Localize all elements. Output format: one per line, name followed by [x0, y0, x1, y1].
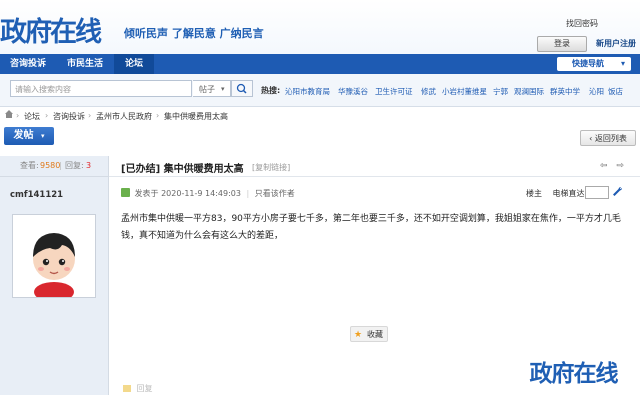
floor-info: 楼主 电梯直达	[526, 188, 585, 199]
hot-search-item[interactable]: 小岩村董维星	[442, 86, 487, 97]
breadcrumb-separator: ›	[16, 111, 20, 120]
hot-search-item[interactable]: 群英中学	[550, 86, 580, 97]
new-post-button[interactable]: 发帖 ▾	[4, 127, 54, 145]
hot-search-item[interactable]: 华豫溪谷	[338, 86, 368, 97]
site-slogan: 倾听民声 了解民意 广纳民言	[124, 27, 264, 40]
register-link[interactable]: 新用户注册	[596, 38, 636, 49]
breadcrumb-separator: ›	[156, 111, 160, 120]
avatar-image	[13, 215, 95, 302]
meta-divider: |	[246, 189, 250, 198]
floor-label: 楼主	[526, 189, 542, 198]
hot-search-item[interactable]: 宁郭	[493, 86, 508, 97]
breadcrumb-item[interactable]: 孟州市人民政府	[96, 111, 152, 122]
search-icon	[236, 83, 247, 94]
wrench-icon[interactable]	[612, 186, 623, 200]
nav-item-consult[interactable]: 咨询投诉	[0, 54, 56, 74]
hot-search-item[interactable]: 修武	[421, 86, 436, 97]
post-content: 孟州市集中供暖一平方83，90平方小房子要七千多，第二年也要三千多，还不如开空调…	[121, 214, 621, 241]
nav-item-forum[interactable]: 论坛	[114, 54, 154, 74]
site-logo[interactable]: 政府在线	[0, 10, 102, 49]
search-type-label: 帖子	[199, 85, 215, 94]
copy-link[interactable]: [复制链接]	[252, 162, 290, 173]
search-type-select[interactable]: 帖子 ▾	[193, 80, 231, 97]
retrieve-password-link[interactable]: 找回密码	[566, 18, 598, 29]
avatar[interactable]	[12, 214, 96, 302]
chevron-down-icon: ▾	[40, 132, 45, 140]
breadcrumb: › 论坛 › 咨询投诉 › 孟州市人民政府 › 集中供暖费用太高	[0, 107, 640, 123]
hot-search-item[interactable]: 沁阳市教育局	[285, 86, 330, 97]
chevron-down-icon: ▾	[221, 85, 225, 93]
breadcrumb-item[interactable]: 咨询投诉	[53, 111, 85, 122]
new-post-label: 发帖	[13, 130, 34, 141]
favorite-label: 收藏	[367, 330, 383, 339]
floor-jump-input[interactable]	[585, 186, 609, 199]
search-input[interactable]: 请输入搜索内容	[10, 80, 192, 97]
views-count: 9580	[40, 161, 61, 170]
replies-count: 3	[86, 161, 92, 170]
nav-item-citizen-life[interactable]: 市民生活	[56, 54, 114, 74]
author-only-link[interactable]: 只看该作者	[255, 189, 295, 198]
hot-search-item[interactable]: 沁阳	[589, 86, 604, 97]
home-icon[interactable]	[4, 109, 14, 121]
quick-nav-label: 快捷导航	[572, 59, 604, 68]
reply-icon	[123, 385, 131, 392]
back-to-list-button[interactable]: ‹ 返回列表	[580, 130, 636, 146]
hot-search-item[interactable]: 观澜国际	[514, 86, 544, 97]
watermark-logo: 政府在线	[507, 352, 640, 395]
views-label: 查看:	[20, 161, 39, 170]
reply-label: 回复	[136, 384, 153, 393]
hot-search-item[interactable]: 卫生许可证	[375, 86, 413, 97]
hot-search-item[interactable]: 饭店	[608, 86, 623, 97]
jump-floor-label: 电梯直达	[552, 189, 585, 198]
star-icon: ★	[354, 330, 363, 340]
hot-search-label: 热搜:	[261, 86, 281, 95]
next-thread-icon[interactable]: ⇨	[616, 161, 624, 171]
search-button[interactable]	[231, 80, 253, 97]
author-name[interactable]: cmf141121	[10, 190, 63, 200]
favorite-button[interactable]: ★ 收藏	[350, 326, 388, 342]
back-to-list-label: 返回列表	[594, 134, 627, 143]
post-time: 发表于 2020-11-9 14:49:03	[134, 189, 241, 198]
reply-button[interactable]: 回复	[123, 383, 153, 394]
thread-nav: ⇦ ⇨	[600, 161, 624, 171]
stats-divider: |	[59, 161, 62, 170]
login-button[interactable]: 登录	[537, 36, 587, 52]
chevron-down-icon: ▾	[621, 59, 626, 68]
main-nav: 咨询投诉 市民生活 论坛	[0, 54, 640, 74]
breadcrumb-separator: ›	[88, 111, 92, 120]
replies-label: 回复:	[65, 161, 84, 170]
breadcrumb-item[interactable]: 论坛	[24, 111, 40, 122]
post-meta: 发表于 2020-11-9 14:49:03 | 只看该作者	[121, 188, 295, 199]
quick-nav-button[interactable]: 快捷导航 ▾	[557, 57, 631, 71]
online-status-icon	[121, 188, 130, 197]
prev-thread-icon[interactable]: ⇦	[600, 161, 608, 171]
breadcrumb-item[interactable]: 集中供暖费用太高	[164, 111, 228, 122]
thread-title: [已办结] 集中供暖费用太高	[121, 164, 244, 175]
arrow-left-icon: ‹	[589, 134, 593, 143]
breadcrumb-separator: ›	[45, 111, 49, 120]
thread-stats: 查看: 9580 | 回复: 3	[0, 156, 108, 177]
